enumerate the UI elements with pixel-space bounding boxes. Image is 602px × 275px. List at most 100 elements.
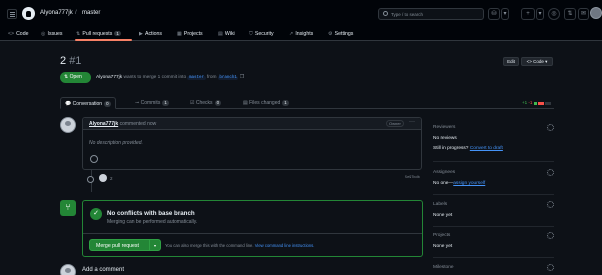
labels-heading[interactable]: Labels	[433, 202, 447, 207]
head-branch[interactable]: branch1	[217, 76, 239, 80]
pull-requests-count: 1	[114, 31, 121, 36]
graph-icon: ↗	[289, 31, 294, 37]
github-pr-page: Alyona777jk / master Type / to search ⛁ …	[0, 0, 602, 275]
tab-security-label: Security	[254, 31, 274, 37]
tab-conversation[interactable]: 💬 Conversation 0	[60, 97, 116, 109]
copilot-icon[interactable]: ⛁	[488, 8, 500, 20]
merge-pull-request-button[interactable]: Merge pull request ▾	[89, 239, 161, 251]
menu-icon[interactable]	[7, 9, 17, 19]
files-changed-count: 1	[282, 100, 289, 106]
tab-files-changed-label: Files changed	[249, 100, 281, 106]
breadcrumb-repo[interactable]: master	[82, 10, 100, 16]
comment-author[interactable]: Alyona777jk	[89, 121, 118, 127]
draft-prompt-text: Still in progress?	[433, 146, 469, 151]
pull-request-icon: ⇅	[76, 31, 81, 37]
commit-icon	[87, 176, 94, 183]
code-icon: <>	[8, 31, 15, 37]
avatar	[60, 264, 76, 275]
user-avatar[interactable]	[590, 7, 602, 19]
edit-title-button[interactable]: Edit	[503, 57, 519, 66]
avatar[interactable]	[60, 117, 76, 133]
milestone-heading[interactable]: Milestone	[433, 265, 454, 270]
divider	[433, 226, 554, 227]
diff-stat: +1 -1	[522, 100, 532, 105]
merge-status-subtext: Merging can be performed automatically.	[107, 219, 198, 225]
tab-security[interactable]: ⛉ Security	[249, 31, 274, 38]
play-icon: ▶	[139, 31, 143, 37]
checks-count: 0	[214, 100, 222, 106]
breadcrumb-owner[interactable]: Alyona777jk	[40, 10, 73, 16]
plus-icon: +	[526, 11, 530, 17]
book-icon: ▤	[218, 31, 223, 37]
tab-checks[interactable]: ☑ Checks 0	[190, 97, 222, 109]
assignees-gear-icon[interactable]	[547, 169, 554, 176]
tab-wiki-label: Wiki	[224, 31, 235, 37]
projects-gear-icon[interactable]	[547, 232, 554, 239]
commit-avatar[interactable]	[99, 174, 107, 182]
search-placeholder: Type / to search	[391, 12, 424, 17]
pull-requests-icon[interactable]: ⇅	[564, 8, 576, 20]
tab-issues[interactable]: ◎ Issues	[41, 31, 63, 37]
tab-code[interactable]: <> Code	[8, 31, 28, 37]
inbox-icon[interactable]: ✉	[578, 8, 589, 20]
merge-options-chevron-icon[interactable]: ▾	[149, 240, 160, 250]
draft-prompt: Still in progress? Convert to draft	[433, 146, 503, 151]
pr-title-text: 2	[60, 55, 67, 67]
tab-pull-requests-label: Pull requests	[82, 31, 113, 37]
comment-timestamp[interactable]: commented now	[120, 121, 157, 127]
tab-pull-requests[interactable]: ⇅ Pull requests 1	[76, 31, 121, 37]
assignees-heading[interactable]: Assignees	[433, 170, 455, 175]
page-title: 2 #1	[60, 55, 81, 67]
tab-settings-label: Settings	[334, 31, 354, 37]
tab-actions[interactable]: ▶ Actions	[139, 31, 162, 37]
assign-yourself-link[interactable]: assign yourself	[453, 181, 485, 186]
create-new-chevron-icon[interactable]: ▾	[536, 8, 544, 20]
reviewers-gear-icon[interactable]	[547, 124, 554, 131]
code-dropdown-button[interactable]: <> Code ▾	[521, 57, 553, 66]
deletions-count: -1	[528, 100, 533, 105]
labels-value: None yet	[433, 213, 453, 218]
commit-sha[interactable]: 5e97bdb	[405, 176, 420, 180]
tab-actions-label: Actions	[145, 31, 163, 37]
assignees-none-text: No one—	[433, 181, 454, 186]
tab-projects-label: Projects	[183, 31, 203, 37]
reviewers-value: No reviews	[433, 136, 457, 141]
tab-wiki[interactable]: ▤ Wiki	[218, 31, 235, 37]
milestone-gear-icon[interactable]	[547, 264, 554, 271]
create-new-button[interactable]: +	[521, 8, 535, 20]
pr-author-link[interactable]: Alyona777jk	[96, 75, 122, 80]
labels-gear-icon[interactable]	[547, 201, 554, 208]
merge-hint: You can also merge this with the command…	[165, 243, 314, 248]
merge-icon: ⑂	[60, 200, 76, 216]
comment-author-line: Alyona777jk commented now	[89, 121, 156, 127]
breadcrumb-separator: /	[75, 10, 77, 16]
gear-icon: ⚙	[328, 31, 333, 37]
merge-status: ✓ No conflicts with base branch Merging …	[83, 201, 422, 234]
kebab-menu-icon[interactable]: ···	[409, 119, 415, 125]
add-reaction-icon[interactable]	[90, 155, 98, 163]
base-branch[interactable]: master	[187, 76, 206, 80]
command-line-instructions-link[interactable]: View command line instructions.	[255, 243, 315, 248]
issues-icon[interactable]: ◎	[548, 8, 560, 20]
comment-header: Alyona777jk commented now Owner ···	[83, 118, 421, 130]
github-logo-icon[interactable]	[22, 7, 35, 20]
search-input[interactable]: Type / to search	[378, 8, 484, 20]
divider	[433, 194, 554, 195]
tab-insights[interactable]: ↗ Insights	[289, 31, 313, 37]
convert-to-draft-link[interactable]: Convert to draft	[470, 146, 503, 151]
tab-files-changed[interactable]: ▤ Files changed 1	[243, 97, 289, 109]
tab-projects[interactable]: ▦ Projects	[177, 31, 203, 37]
copilot-menu-chevron-icon[interactable]: ▾	[501, 8, 509, 20]
status-badge-label: Open	[69, 74, 82, 80]
tab-settings[interactable]: ⚙ Settings	[328, 31, 353, 37]
merge-box: ✓ No conflicts with base branch Merging …	[82, 200, 423, 257]
reviewers-heading[interactable]: Reviewers	[433, 125, 455, 130]
owner-badge: Owner	[386, 120, 404, 127]
copy-icon[interactable]: ❐	[240, 75, 244, 80]
additions-count: +1	[522, 100, 528, 105]
assignees-value: No one—assign yourself	[433, 181, 485, 186]
pr-summary-text: wants to merge 1 commit into	[123, 75, 187, 80]
commit-message[interactable]: 2	[110, 176, 113, 181]
projects-heading[interactable]: Projects	[433, 233, 450, 238]
tab-commits[interactable]: ⊸ Commits 1	[135, 97, 169, 109]
